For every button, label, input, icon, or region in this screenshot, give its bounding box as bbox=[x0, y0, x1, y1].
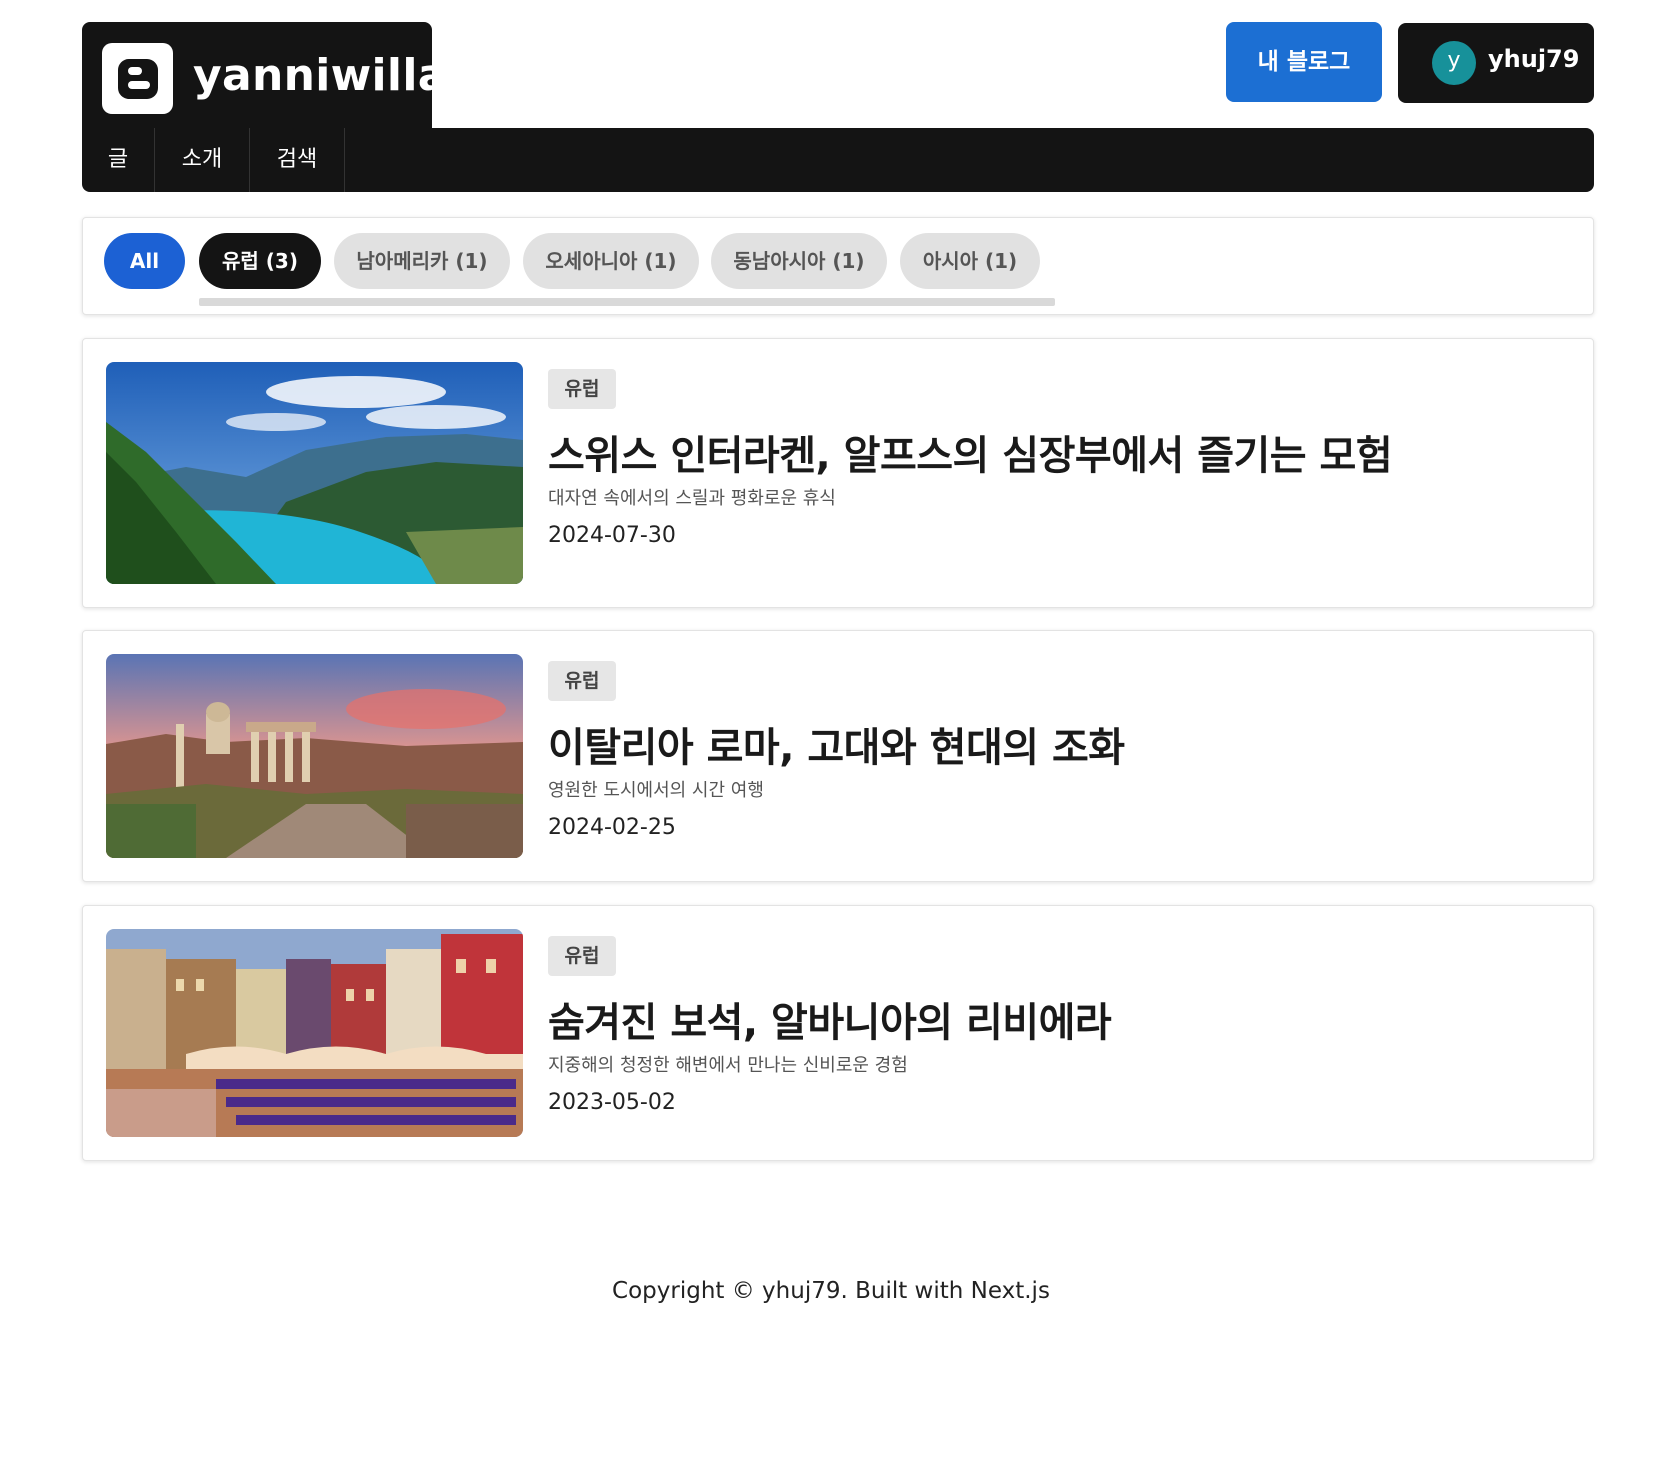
post-subtitle: 지중해의 청정한 해변에서 만나는 신비로운 경험 bbox=[548, 1055, 908, 1076]
post-thumbnail-rome bbox=[106, 654, 523, 858]
filter-chip-all[interactable]: All bbox=[104, 233, 185, 289]
post-date: 2024-02-25 bbox=[548, 815, 676, 840]
post-category-badge: 유럽 bbox=[548, 936, 616, 976]
footer-copyright: Copyright © yhuj79. Built with Next.js bbox=[612, 1278, 1050, 1304]
filter-scrollbar[interactable] bbox=[199, 298, 1055, 306]
filter-chip-europe[interactable]: 유럽 (3) bbox=[199, 233, 321, 289]
post-card[interactable]: 유럽 숨겨진 보석, 알바니아의 리비에라 지중해의 청정한 해변에서 만나는 … bbox=[82, 905, 1594, 1161]
post-title[interactable]: 숨겨진 보석, 알바니아의 리비에라 bbox=[548, 990, 1112, 1048]
post-date: 2024-07-30 bbox=[548, 523, 676, 548]
site-title: yanniwilla bbox=[193, 50, 448, 101]
avatar: y bbox=[1432, 41, 1476, 85]
post-card[interactable]: 유럽 이탈리아 로마, 고대와 현대의 조화 영원한 도시에서의 시간 여행 2… bbox=[82, 630, 1594, 882]
post-subtitle: 영원한 도시에서의 시간 여행 bbox=[548, 780, 764, 801]
user-menu[interactable]: y yhuj79 bbox=[1398, 23, 1594, 103]
post-category-badge: 유럽 bbox=[548, 661, 616, 701]
post-title[interactable]: 이탈리아 로마, 고대와 현대의 조화 bbox=[548, 715, 1125, 773]
post-date: 2023-05-02 bbox=[548, 1090, 676, 1115]
post-title[interactable]: 스위스 인터라켄, 알프스의 심장부에서 즐기는 모험 bbox=[548, 423, 1393, 481]
filter-chip-southeast-asia[interactable]: 동남아시아 (1) bbox=[711, 233, 887, 289]
nav-item-about[interactable]: 소개 bbox=[155, 128, 250, 192]
my-blog-button[interactable]: 내 블로그 bbox=[1226, 22, 1382, 102]
filter-chip-oceania[interactable]: 오세아니아 (1) bbox=[523, 233, 699, 289]
post-thumbnail-interlaken bbox=[106, 362, 523, 584]
filter-chip-south-america[interactable]: 남아메리카 (1) bbox=[334, 233, 510, 289]
blogger-icon bbox=[102, 43, 173, 114]
username: yhuj79 bbox=[1488, 45, 1580, 73]
post-subtitle: 대자연 속에서의 스릴과 평화로운 휴식 bbox=[548, 488, 836, 509]
nav-item-posts[interactable]: 글 bbox=[82, 128, 155, 192]
post-thumbnail-albania bbox=[106, 929, 523, 1137]
nav-item-search[interactable]: 검색 bbox=[250, 128, 345, 192]
post-category-badge: 유럽 bbox=[548, 369, 616, 409]
category-filter-bar: All 유럽 (3) 남아메리카 (1) 오세아니아 (1) 동남아시아 (1)… bbox=[82, 217, 1594, 315]
main-nav: 글 소개 검색 bbox=[82, 128, 1594, 192]
filter-chip-asia[interactable]: 아시아 (1) bbox=[900, 233, 1040, 289]
brand-header[interactable]: yanniwilla bbox=[82, 22, 447, 128]
post-card[interactable]: 유럽 스위스 인터라켄, 알프스의 심장부에서 즐기는 모험 대자연 속에서의 … bbox=[82, 338, 1594, 608]
